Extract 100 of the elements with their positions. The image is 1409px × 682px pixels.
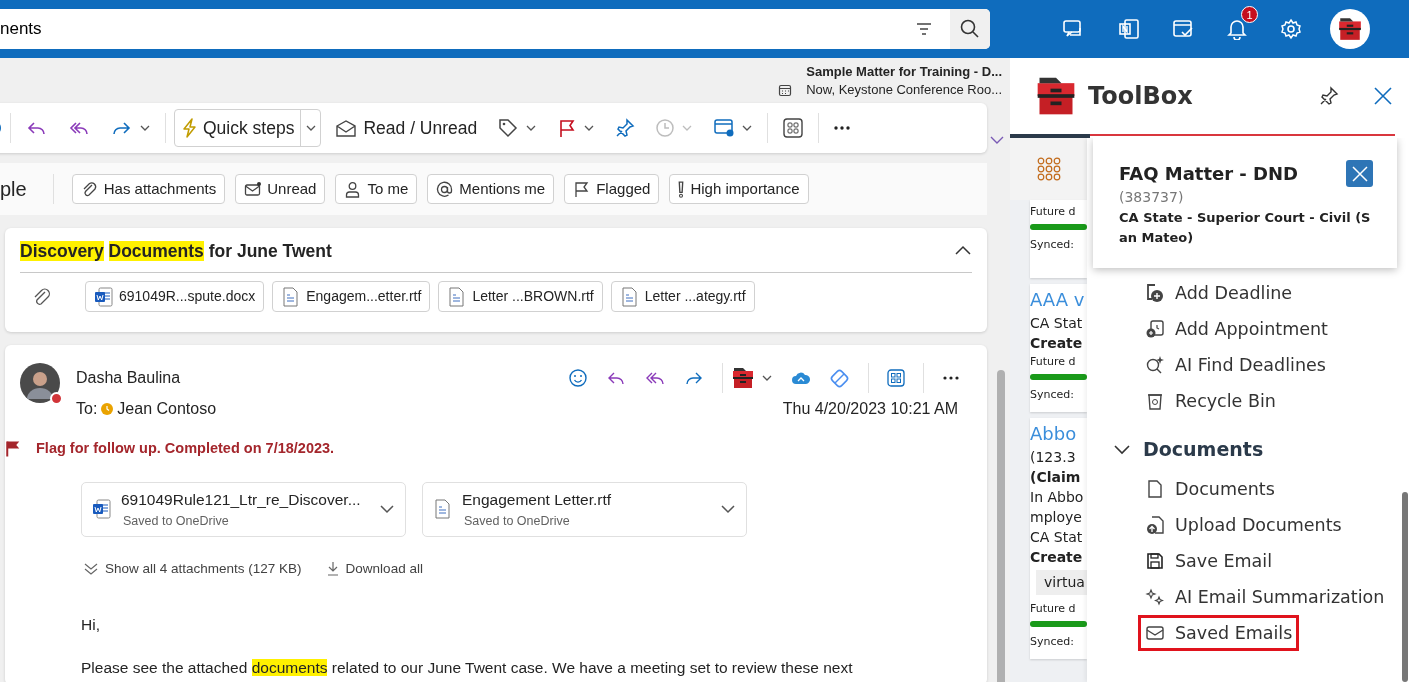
more-button[interactable] [942, 374, 960, 382]
filter-chip[interactable]: Flagged [564, 174, 660, 204]
matter-text: mploye [1030, 508, 1083, 527]
pin-icon [1319, 86, 1339, 106]
matter-text: (Claim [1030, 468, 1082, 487]
attachment-name: Engagement Letter.rtf [462, 490, 613, 511]
search-field[interactable]: nents [0, 16, 914, 42]
filter-chip[interactable]: Has attachments [71, 174, 226, 204]
document-icon [281, 286, 301, 307]
recipient-name[interactable]: Jean Contoso [117, 397, 217, 421]
menu-item[interactable]: Add Deadline [1138, 275, 1300, 311]
search-button[interactable] [950, 9, 990, 49]
attachment-chip[interactable]: 691049R...spute.docx [85, 281, 265, 313]
search-bar[interactable]: nents [0, 9, 990, 49]
menu-item[interactable]: Documents [1138, 471, 1282, 507]
quick-steps-button[interactable]: Quick steps [175, 110, 301, 146]
calendar-icon [778, 82, 793, 97]
flag-icon [6, 440, 20, 457]
notification-badge: 1 [1241, 6, 1258, 23]
filter-chip[interactable]: Unread [235, 174, 326, 204]
filter-chip[interactable]: To me [335, 174, 418, 204]
envelope-icon [1145, 623, 1165, 643]
sparkle-icon [1145, 587, 1165, 607]
body-paragraph: Hi, [81, 615, 101, 635]
reminder-detail: Now, Keystone Conference Roo... [806, 80, 1002, 99]
profile-button[interactable] [1330, 9, 1370, 49]
menu-item[interactable]: AI Email Summarization [1138, 579, 1392, 615]
document-icon [447, 286, 467, 307]
attachment-chip[interactable]: Engagem...etter.rtf [272, 281, 431, 313]
trash-icon [1145, 391, 1165, 411]
scrollbar[interactable] [997, 370, 1005, 682]
diamond-icon [829, 367, 850, 389]
sender-name[interactable]: Dasha Baulina [76, 366, 181, 390]
reminder-title[interactable]: Sample Matter for Training - D... [806, 62, 1002, 81]
menu-item[interactable]: Upload Documents [1138, 507, 1349, 543]
apps-button[interactable] [887, 369, 905, 387]
pin-button[interactable] [1319, 86, 1339, 106]
attachment-name: 691049Rule121_Ltr_re_Discover... [121, 490, 362, 511]
flag-status-text: Flag for follow up. Completed on 7/18/2023. [36, 439, 335, 458]
attachment-chip[interactable]: Letter ...BROWN.rtf [438, 281, 603, 313]
matter-title: FAQ Matter - DND [1119, 162, 1299, 186]
toolbox-icon [1337, 16, 1363, 42]
matter-card[interactable]: AAA v CA Stat Create Future d Synced: [1030, 284, 1087, 412]
settings-icon[interactable] [1280, 18, 1302, 40]
menu-item[interactable]: Add Appointment [1138, 311, 1335, 347]
matter-text: Synced: [1030, 237, 1075, 253]
diamond-button[interactable] [829, 367, 850, 389]
matter-text: In Abbo [1030, 488, 1085, 507]
close-button[interactable] [1346, 160, 1373, 187]
smiley-icon [568, 368, 588, 388]
show-attachments-link[interactable]: Show all 4 attachments (127 KB) [83, 558, 302, 579]
clock-icon [655, 118, 676, 138]
close-button[interactable] [1373, 86, 1393, 106]
bell-icon[interactable] [1226, 18, 1248, 40]
read-unread-button[interactable]: Read / Unread [329, 110, 484, 146]
attachment-icon [32, 287, 50, 306]
toolbox-button[interactable] [731, 366, 773, 390]
download-all-link[interactable]: Download all [325, 558, 423, 579]
document-icon [1145, 479, 1165, 499]
toolbox-icon [731, 366, 755, 390]
save-icon [1145, 551, 1165, 571]
attachment-card[interactable]: Engagement Letter.rtf Saved to OneDrive [422, 481, 747, 537]
menu-item[interactable]: Recycle Bin [1138, 383, 1283, 419]
pin-icon [615, 118, 636, 138]
flag-icon [573, 180, 591, 198]
person-avatar[interactable] [20, 363, 60, 403]
section-header[interactable]: Documents [1113, 419, 1264, 471]
task-icon[interactable] [1172, 18, 1194, 40]
close-icon [1373, 86, 1393, 106]
at-sign-icon [436, 180, 454, 198]
message-date: Thu 4/20/2023 10:21 AM [782, 399, 958, 419]
menu-item[interactable]: AI Find Deadlines [1138, 347, 1333, 383]
view-label[interactable]: ple [0, 174, 27, 204]
lightning-icon [181, 118, 197, 138]
filter-chip[interactable]: High importance [669, 174, 809, 204]
emoji-button[interactable] [568, 368, 588, 388]
matter-text: CA Stat [1030, 528, 1084, 547]
notebook-icon[interactable] [1118, 18, 1140, 40]
menu-item[interactable]: Saved Emails [1138, 615, 1300, 651]
envelope-icon [335, 118, 358, 138]
matter-card[interactable]: Abbo (123.3 (Claim In Abbo mploye CA Stat Create virtua Future d Synced: [1030, 418, 1087, 659]
filter-chip[interactable]: Mentions me [427, 174, 555, 204]
scrollbar[interactable] [1402, 492, 1408, 682]
menu-item[interactable]: Save Email [1138, 543, 1280, 579]
apps-icon [782, 117, 805, 139]
matter-title[interactable]: AAA v [1030, 287, 1087, 313]
matter-card[interactable]: Future d Synced: [1030, 200, 1087, 278]
deadline-icon [1145, 283, 1165, 303]
attachment-status: Saved to OneDrive [123, 512, 230, 530]
document-icon [619, 286, 639, 307]
matter-text: Synced: [1030, 634, 1075, 650]
grid-menu-icon[interactable] [1036, 157, 1061, 181]
document-icon [433, 499, 452, 520]
matter-text: (123.3 [1030, 448, 1077, 467]
rules-icon [713, 117, 736, 139]
attachment-chip[interactable]: Letter ...ategy.rtf [610, 281, 755, 313]
matter-text: Create [1030, 548, 1084, 567]
attachment-status: Saved to OneDrive [464, 512, 571, 530]
more-icon [833, 123, 852, 133]
attachment-card[interactable]: 691049Rule121_Ltr_re_Discover... Saved to OneDrive [81, 481, 406, 537]
